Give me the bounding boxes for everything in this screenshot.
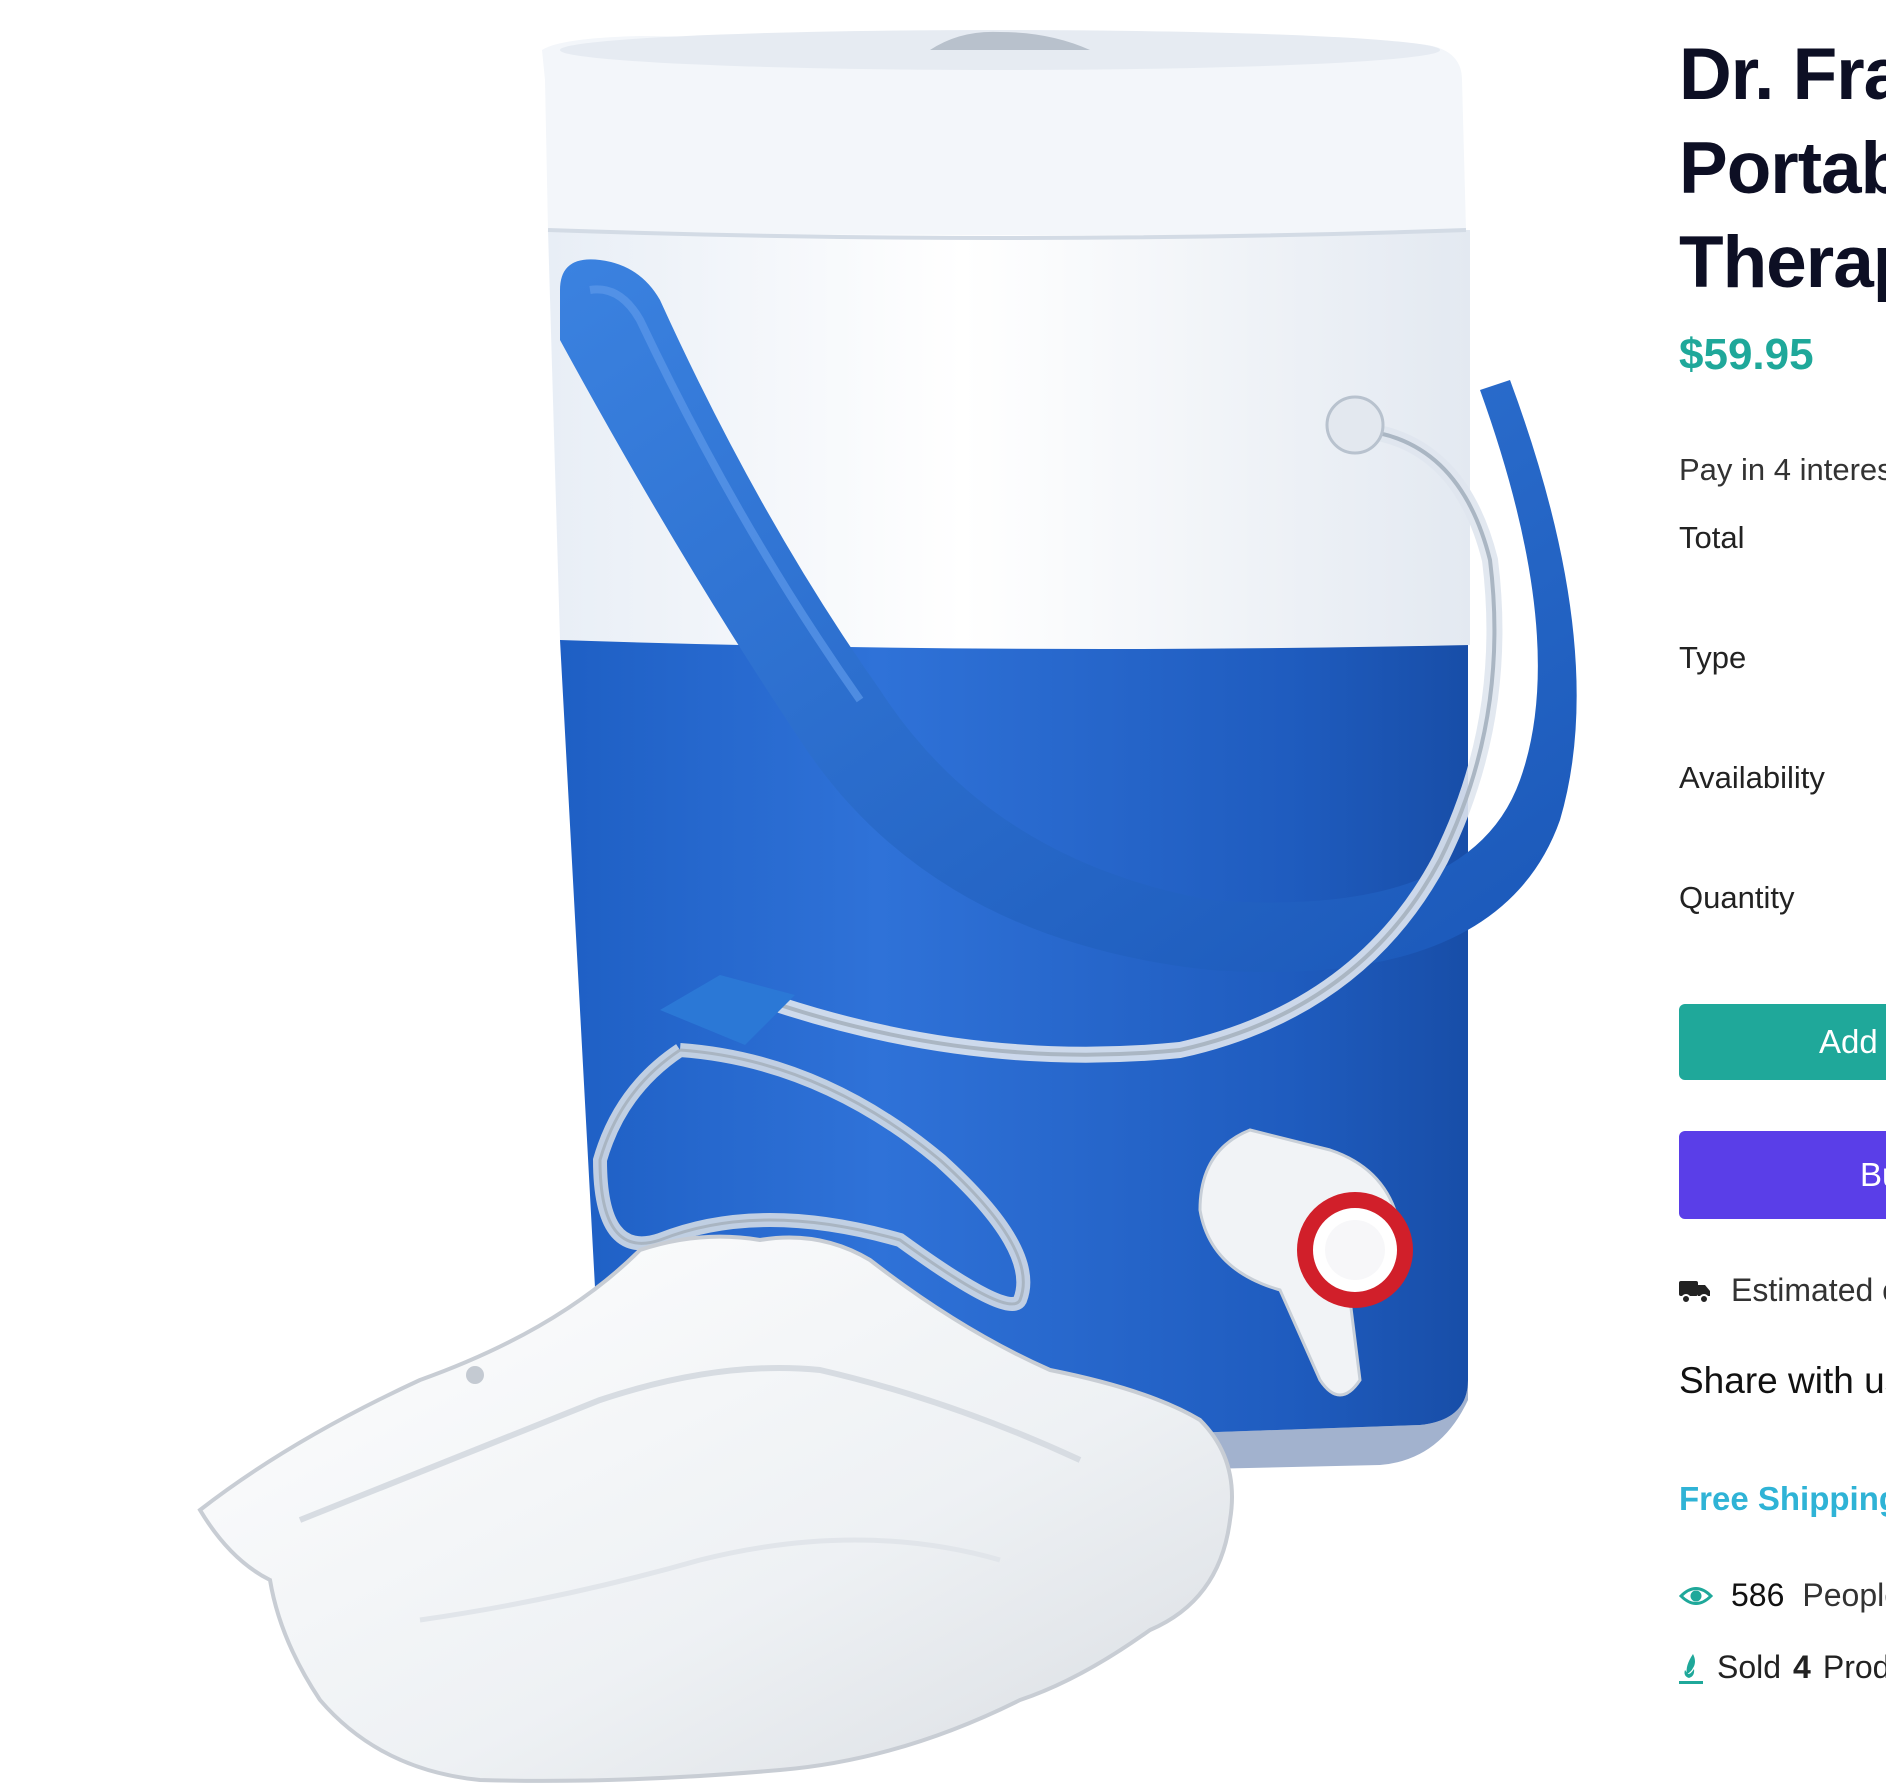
total-label: Total [1679, 520, 1745, 555]
product-title: Dr. Fra Portab Therap [1679, 28, 1886, 310]
product-info-panel: Dr. Fra Portab Therap $59.95 Pay in 4 in… [1679, 0, 1886, 1784]
product-image[interactable] [0, 0, 1660, 1784]
truck-icon [1679, 1280, 1710, 1304]
estimated-delivery: Estimated c [1679, 1272, 1886, 1309]
quantity-label: Quantity [1679, 880, 1795, 915]
product-page: Dr. Fra Portab Therap $59.95 Pay in 4 in… [0, 0, 1886, 1784]
availability-label: Availability [1679, 760, 1825, 795]
sold-number: 4 [1793, 1649, 1811, 1685]
flame-icon [1679, 1653, 1703, 1684]
share-heading: Share with us [1679, 1360, 1886, 1401]
free-shipping-text: Free Shipping [1679, 1480, 1886, 1517]
product-title-line-3: Therap [1679, 222, 1886, 303]
sold-suffix: Prod [1822, 1649, 1886, 1685]
sold-count: Sold 4 Prod [1679, 1649, 1886, 1686]
viewers-text: People [1802, 1577, 1886, 1613]
type-label: Type [1679, 640, 1747, 675]
installments-text: Pay in 4 interes [1679, 452, 1886, 487]
add-to-cart-button[interactable]: Add To C [1679, 1004, 1886, 1080]
viewers-count: 586 People [1679, 1577, 1886, 1614]
eye-icon [1679, 1586, 1713, 1605]
buy-now-button[interactable]: Bu [1679, 1131, 1886, 1219]
product-title-line-2: Portab [1679, 128, 1886, 209]
product-title-line-1: Dr. Fra [1679, 34, 1886, 115]
estimated-delivery-text: Estimated c [1731, 1272, 1886, 1308]
viewers-number: 586 [1731, 1577, 1785, 1613]
product-price: $59.95 [1679, 330, 1814, 379]
sold-prefix: Sold [1717, 1649, 1782, 1685]
